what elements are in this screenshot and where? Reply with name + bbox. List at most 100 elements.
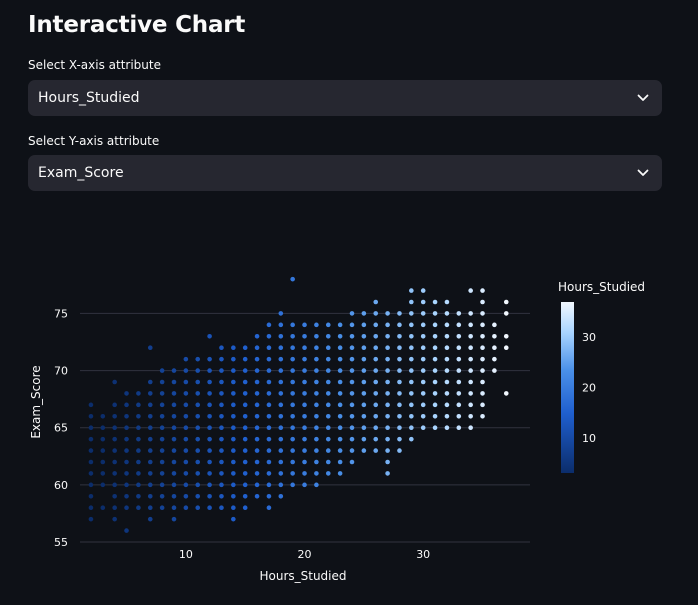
scatter-point [242, 459, 248, 465]
scatter-point [503, 311, 509, 316]
scatter-point [314, 436, 319, 442]
scatter-point [242, 402, 248, 408]
scatter-point [136, 482, 141, 488]
scatter-point [337, 368, 343, 373]
scatter-point [492, 356, 497, 362]
scatter-point [337, 322, 343, 328]
scatter-point [349, 402, 355, 408]
scatter-point [432, 368, 438, 373]
scatter-point [219, 413, 224, 419]
scatter-point [385, 311, 390, 316]
scatter-point [337, 379, 343, 385]
x-axis-select[interactable]: Hours_Studied [28, 80, 662, 116]
scatter-point [112, 482, 117, 488]
scatter-point [207, 413, 212, 419]
scatter-point [242, 505, 248, 511]
scatter-point [266, 322, 272, 328]
scatter-point [492, 322, 497, 328]
scatter-point [302, 471, 307, 476]
scatter-chart[interactable]: 55 60 65 70 75 10 20 30 Hours_Studied Exam_Sco… [0, 240, 698, 605]
scatter-point [302, 345, 307, 351]
scatter-point [325, 471, 331, 476]
colorbar-ticks: 10 20 30 [582, 331, 596, 445]
scatter-point [278, 471, 284, 476]
scatter-point [444, 379, 450, 385]
scatter-point [254, 459, 260, 465]
scatter-point [171, 402, 177, 408]
scatter-point [373, 322, 379, 328]
scatter-point [219, 459, 224, 465]
scatter-point [361, 448, 367, 453]
scatter-point [88, 493, 94, 499]
colorbar-title: Hours_Studied [558, 280, 645, 294]
scatter-point [254, 493, 260, 499]
scatter-point [112, 493, 117, 499]
scatter-point [361, 333, 367, 339]
scatter-point [171, 448, 177, 453]
scatter-point [432, 413, 438, 419]
scatter-point [361, 345, 367, 351]
scatter-point [444, 299, 450, 305]
scatter-point [444, 322, 450, 328]
scatter-point [231, 356, 236, 362]
scatter-point [100, 436, 106, 442]
x-tick-label: 30 [416, 548, 430, 561]
scatter-point [183, 379, 189, 385]
scatter-point [147, 436, 153, 442]
scatter-point [314, 368, 319, 373]
scatter-point [100, 505, 106, 511]
scatter-point [385, 471, 390, 476]
scatter-point [432, 356, 438, 362]
scatter-point [171, 516, 177, 522]
scatter-point [314, 391, 319, 396]
scatter-point [325, 459, 331, 465]
scatter-point [88, 413, 94, 419]
scatter-point [302, 436, 307, 442]
scatter-point [349, 425, 355, 431]
scatter-point [290, 368, 295, 373]
scatter-point [219, 345, 224, 351]
scatter-point [409, 436, 414, 442]
scatter-chart-svg[interactable]: 55 60 65 70 75 10 20 30 Hours_Studied Exam_Sco… [0, 240, 698, 605]
scatter-point [124, 528, 129, 533]
scatter-point [183, 459, 189, 465]
scatter-point [409, 333, 414, 339]
scatter-point [302, 482, 307, 488]
scatter-point [373, 436, 379, 442]
scatter-point [314, 448, 319, 453]
scatter-point [266, 425, 272, 431]
scatter-point [88, 448, 94, 453]
colorbar [561, 302, 574, 473]
scatter-point [349, 356, 355, 362]
scatter-point [100, 448, 106, 453]
scatter-point [207, 356, 212, 362]
scatter-point [231, 436, 236, 442]
scatter-point [349, 436, 355, 442]
colorbar-tick-label: 10 [582, 432, 596, 445]
scatter-point [112, 379, 117, 385]
scatter-point [373, 413, 379, 419]
scatter-point [349, 311, 355, 316]
scatter-point [337, 391, 343, 396]
scatter-point [468, 379, 473, 385]
scatter-point [444, 391, 450, 396]
scatter-point [266, 391, 272, 396]
scatter-point [314, 402, 319, 408]
scatter-point [397, 436, 402, 442]
scatter-point [480, 311, 485, 316]
scatter-point [314, 356, 319, 362]
scatter-point [480, 299, 485, 305]
scatter-point [195, 505, 201, 511]
scatter-point [124, 448, 129, 453]
scatter-point [456, 356, 462, 362]
scatter-point [183, 402, 189, 408]
scatter-point [195, 356, 201, 362]
scatter-point [207, 493, 212, 499]
scatter-point [349, 413, 355, 419]
y-axis-select[interactable]: Exam_Score [28, 155, 662, 191]
scatter-point [385, 322, 390, 328]
scatter-point [242, 368, 248, 373]
scatter-point [254, 436, 260, 442]
scatter-point [231, 482, 236, 488]
y-axis-select-value: Exam_Score [38, 165, 124, 181]
